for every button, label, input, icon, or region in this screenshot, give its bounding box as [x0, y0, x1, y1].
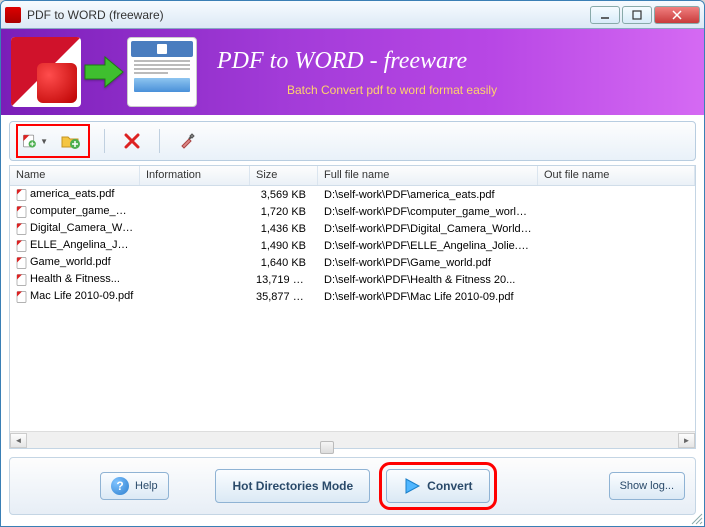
cell-name: america_eats.pdf [10, 188, 140, 200]
cell-size: 3,569 KB [250, 189, 318, 201]
cell-name: computer_game_worl... [10, 205, 140, 217]
cell-full: D:\self-work\PDF\computer_game_world.pdf [318, 206, 538, 218]
help-label: Help [135, 480, 158, 492]
table-row[interactable]: Game_world.pdf 1,640 KBD:\self-work\PDF\G… [10, 254, 695, 271]
arrow-icon [83, 52, 125, 92]
play-icon [403, 477, 421, 495]
app-icon [5, 7, 21, 23]
hot-directories-button[interactable]: Hot Directories Mode [215, 469, 370, 503]
cell-size: 1,490 KB [250, 240, 318, 252]
close-button[interactable] [654, 6, 700, 24]
pdf-file-icon [16, 189, 28, 201]
remove-button[interactable] [119, 128, 145, 154]
cell-size: 35,877 KB [250, 291, 318, 303]
word-tile-icon [127, 37, 197, 107]
cell-full: D:\self-work\PDF\ELLE_Angelina_Jolie.pdf [318, 240, 538, 252]
titlebar: PDF to WORD (freeware) [1, 1, 704, 29]
add-folder-icon [60, 131, 82, 151]
banner-text: PDF to WORD - freeware Batch Convert pdf… [217, 48, 497, 97]
cell-full: D:\self-work\PDF\america_eats.pdf [318, 189, 538, 201]
dropdown-arrow-icon: ▼ [40, 137, 48, 146]
cell-full: D:\self-work\PDF\Mac Life 2010-09.pdf [318, 291, 538, 303]
cell-size: 1,436 KB [250, 223, 318, 235]
cell-size: 1,640 KB [250, 257, 318, 269]
table-row[interactable]: america_eats.pdf 3,569 KBD:\self-work\PDF… [10, 186, 695, 203]
convert-button[interactable]: Convert [386, 469, 489, 503]
horizontal-scrollbar[interactable]: ◄ ► [10, 431, 695, 448]
scroll-thumb[interactable] [320, 441, 334, 454]
hotdir-label: Hot Directories Mode [232, 479, 353, 493]
cell-size: 13,719 KB [250, 274, 318, 286]
table-row[interactable]: Health & Fitness... 13,719 KBD:\self-work… [10, 271, 695, 288]
scroll-right-arrow-icon[interactable]: ► [678, 433, 695, 448]
toolbar-separator [159, 129, 160, 153]
pdf-tile-icon [11, 37, 81, 107]
pdf-file-icon [16, 206, 28, 218]
banner-art [11, 37, 197, 107]
pdf-file-icon [16, 223, 28, 235]
cell-full: D:\self-work\PDF\Health & Fitness 20... [318, 274, 538, 286]
cell-size: 1,720 KB [250, 206, 318, 218]
scroll-left-arrow-icon[interactable]: ◄ [10, 433, 27, 448]
cell-name: Mac Life 2010-09.pdf [10, 290, 140, 302]
pdf-file-icon [16, 274, 28, 286]
delete-x-icon [123, 132, 141, 150]
file-list: Name Information Size Full file name Out… [9, 165, 696, 449]
toolbar: ▼ [9, 121, 696, 161]
table-row[interactable]: Mac Life 2010-09.pdf 35,877 KBD:\self-wor… [10, 288, 695, 305]
maximize-button[interactable] [622, 6, 652, 24]
cell-full: D:\self-work\PDF\Game_world.pdf [318, 257, 538, 269]
list-header: Name Information Size Full file name Out… [10, 166, 695, 186]
bottom-bar: ? Help Hot Directories Mode Convert Show… [9, 457, 696, 515]
cell-name: Game_world.pdf [10, 256, 140, 268]
add-folder-button[interactable] [58, 128, 84, 154]
show-log-button[interactable]: Show log... [609, 472, 685, 500]
table-row[interactable]: computer_game_worl... 1,720 KBD:\self-wor… [10, 203, 695, 220]
cell-name: Health & Fitness... [10, 273, 140, 285]
col-header-info[interactable]: Information [140, 166, 250, 185]
col-header-out[interactable]: Out file name [538, 166, 695, 185]
col-header-name[interactable]: Name [10, 166, 140, 185]
banner-subtitle: Batch Convert pdf to word format easily [287, 83, 497, 97]
table-row[interactable]: Digital_Camera_Worl... 1,436 KBD:\self-wo… [10, 220, 695, 237]
tools-icon [178, 132, 196, 150]
col-header-full[interactable]: Full file name [318, 166, 538, 185]
showlog-label: Show log... [620, 480, 674, 492]
cell-name: Digital_Camera_Worl... [10, 222, 140, 234]
table-row[interactable]: ELLE_Angelina_Jolie.pdf 1,490 KBD:\self-w… [10, 237, 695, 254]
convert-label: Convert [427, 479, 472, 493]
minimize-button[interactable] [590, 6, 620, 24]
app-window: PDF to WORD (freeware) PDF to WORD - fre… [0, 0, 705, 527]
cell-full: D:\self-work\PDF\Digital_Camera_World.pd… [318, 223, 538, 235]
add-pdf-icon [22, 131, 38, 151]
add-file-button[interactable]: ▼ [22, 128, 48, 154]
list-body[interactable]: america_eats.pdf3,569 KBD:\self-work\PDF… [10, 186, 695, 431]
window-title: PDF to WORD (freeware) [27, 8, 590, 22]
col-header-size[interactable]: Size [250, 166, 318, 185]
window-controls [590, 6, 700, 24]
cell-name: ELLE_Angelina_Jolie.pdf [10, 239, 140, 251]
resize-grip-icon[interactable] [689, 511, 703, 525]
help-icon: ? [111, 477, 129, 495]
pdf-file-icon [16, 291, 28, 303]
settings-button[interactable] [174, 128, 200, 154]
toolbar-separator [104, 129, 105, 153]
banner: PDF to WORD - freeware Batch Convert pdf… [1, 29, 704, 115]
help-button[interactable]: ? Help [100, 472, 169, 500]
add-buttons-highlight: ▼ [16, 124, 90, 158]
pdf-file-icon [16, 240, 28, 252]
pdf-file-icon [16, 257, 28, 269]
banner-title: PDF to WORD - freeware [217, 48, 497, 75]
